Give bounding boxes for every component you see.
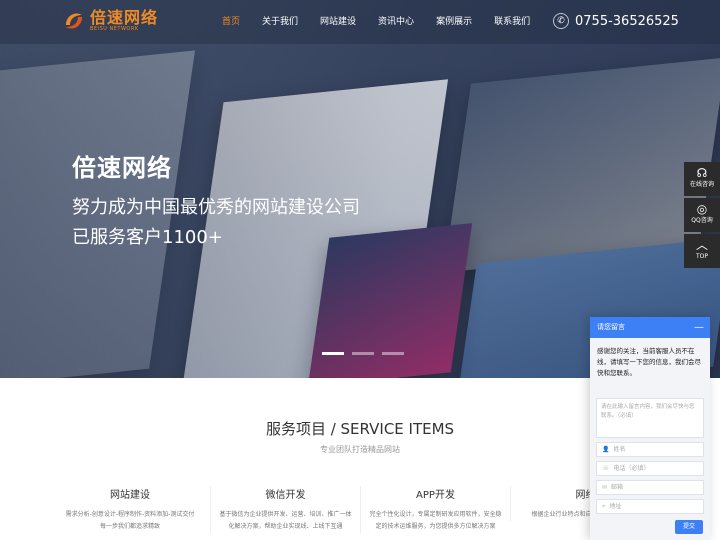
service-name: 微信开发: [265, 490, 306, 501]
leave-message-widget: 请您留言 — 感谢您的关注，当前客服人员不在线，请填写一下您的信息，我们会尽快和…: [590, 317, 710, 540]
side-float-bar: ☊ 在线咨询 ◎ QQ咨询 ︿ TOP: [684, 162, 720, 270]
chevron-up-icon: ︿: [695, 238, 708, 252]
main-nav: 首页 关于我们 网站建设 资讯中心 案例展示 联系我们: [222, 0, 552, 44]
phone-icon: ✆: [553, 13, 569, 29]
service-desc: 完全个性化设计，专属定制研发应用软件，安全稳定的技术运维服务，为您提供多方位解决…: [369, 511, 502, 530]
chat-header: 请您留言 —: [590, 317, 710, 338]
qq-consult-label: QQ咨询: [691, 217, 713, 224]
service-name: APP开发: [416, 490, 455, 501]
phone-field-placeholder: 电话（必填）: [613, 465, 650, 472]
service-item[interactable]: APP开发 完全个性化设计，专属定制研发应用软件，安全稳定的技术运维服务，为您提…: [360, 486, 510, 533]
hero-title: 倍速网络: [72, 154, 172, 182]
minimize-icon[interactable]: —: [694, 317, 704, 338]
site-header: 倍速网络 BEISU NETWORK 首页 关于我们 网站建设 资讯中心 案例展…: [0, 0, 720, 44]
nav-about[interactable]: 关于我们: [262, 0, 298, 44]
phone-small-icon: ☏: [602, 465, 610, 472]
hero-slogan: 倍速网络 努力成为中国最优秀的网站建设公司 已服务客户1100+: [72, 148, 360, 253]
nav-contact[interactable]: 联系我们: [494, 0, 530, 44]
nav-cases[interactable]: 案例展示: [436, 0, 472, 44]
carousel-dot-2[interactable]: [352, 352, 374, 355]
phone-number: 0755-36526525: [575, 13, 679, 29]
qq-consult-button[interactable]: ◎ QQ咨询: [684, 198, 720, 232]
message-textarea[interactable]: 请在此输入留言内容，我们会尽快与您联系。（必填）: [596, 398, 704, 438]
service-desc: 需求分析-创意设计-程序制作-资料添加-测试交付每一步我们都追求精致: [65, 511, 195, 530]
name-field-placeholder: 姓名: [613, 446, 626, 453]
location-icon: ⌖: [602, 503, 606, 510]
carousel-dot-1[interactable]: [322, 352, 344, 355]
email-field-placeholder: 邮箱: [611, 484, 624, 491]
user-icon: 👤: [602, 446, 610, 453]
qq-icon: ◎: [696, 202, 708, 216]
headset-icon: ☊: [696, 166, 708, 180]
service-item[interactable]: 网站建设 需求分析-创意设计-程序制作-资料添加-测试交付每一步我们都追求精致: [55, 486, 205, 533]
logo-mark-icon: [66, 13, 82, 29]
online-consult-label: 在线咨询: [689, 181, 714, 188]
chat-title: 请您留言: [597, 323, 625, 331]
phone-field[interactable]: ☏ 电话（必填）: [596, 461, 704, 476]
hero-line-1: 努力成为中国最优秀的网站建设公司: [72, 197, 360, 218]
nav-home[interactable]: 首页: [222, 0, 240, 44]
submit-button[interactable]: 提交: [675, 520, 703, 534]
carousel-dot-3[interactable]: [382, 352, 404, 355]
back-to-top-button[interactable]: ︿ TOP: [684, 234, 720, 268]
back-to-top-label: TOP: [695, 253, 708, 260]
hero-line-2: 已服务客户1100+: [72, 227, 223, 248]
carousel-dots: [322, 352, 404, 355]
logo-name: 倍速网络: [90, 8, 159, 27]
nav-news[interactable]: 资讯中心: [378, 0, 414, 44]
header-phone[interactable]: ✆ 0755-36526525: [553, 13, 679, 29]
mail-icon: ✉: [602, 484, 608, 491]
service-name: 网站建设: [110, 490, 150, 501]
service-item[interactable]: 微信开发 基于微信为企业提供开发、运营、培训、推广一体化解决方案，帮助企业实现线…: [210, 486, 360, 533]
address-field-placeholder: 地址: [609, 503, 622, 510]
service-desc: 基于微信为企业提供开发、运营、培训、推广一体化解决方案，帮助企业实现线、上线下互…: [219, 511, 352, 530]
site-logo[interactable]: 倍速网络 BEISU NETWORK: [62, 9, 158, 33]
name-field[interactable]: 👤 姓名: [596, 442, 704, 457]
chat-notice: 感谢您的关注，当前客服人员不在线，请填写一下您的信息，我们会尽快和您联系。: [597, 347, 701, 377]
email-field[interactable]: ✉ 邮箱: [596, 480, 704, 495]
nav-web-build[interactable]: 网站建设: [320, 0, 356, 44]
address-field[interactable]: ⌖ 地址: [596, 499, 704, 514]
online-consult-button[interactable]: ☊ 在线咨询: [684, 162, 720, 196]
